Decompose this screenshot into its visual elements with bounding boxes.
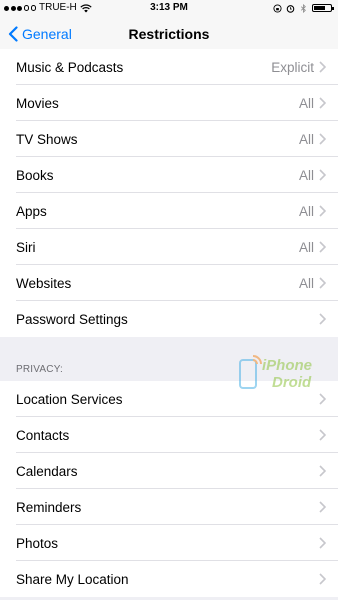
row-share-my-location[interactable]: Share My Location <box>0 561 338 597</box>
row-label: Password Settings <box>16 311 128 327</box>
row-password-settings[interactable]: Password Settings <box>0 301 338 337</box>
status-bar-right <box>273 0 334 16</box>
bluetooth-icon <box>300 3 306 13</box>
rotation-lock-icon <box>273 3 282 13</box>
chevron-right-icon <box>319 501 326 513</box>
row-tv-shows[interactable]: TV Shows All <box>0 121 338 157</box>
row-reminders[interactable]: Reminders <box>0 489 338 525</box>
row-contacts[interactable]: Contacts <box>0 417 338 453</box>
row-calendars[interactable]: Calendars <box>0 453 338 489</box>
row-value: All <box>298 239 314 255</box>
row-value: All <box>298 275 314 291</box>
chevron-right-icon <box>319 537 326 549</box>
chevron-right-icon <box>319 313 326 325</box>
chevron-right-icon <box>319 169 326 181</box>
navigation-bar: General Restrictions <box>0 16 338 52</box>
page-title: Restrictions <box>128 26 210 42</box>
chevron-right-icon <box>319 465 326 477</box>
row-location-services[interactable]: Location Services <box>0 381 338 417</box>
row-label: Websites <box>16 275 72 291</box>
row-photos[interactable]: Photos <box>0 525 338 561</box>
section-header-privacy: PRIVACY: <box>16 364 63 375</box>
content-restrictions-list: Music & Podcasts Explicit Movies All TV … <box>0 49 338 337</box>
row-label: Location Services <box>16 391 123 407</box>
row-label: Music & Podcasts <box>16 59 124 75</box>
row-label: TV Shows <box>16 131 78 147</box>
chevron-right-icon <box>319 241 326 253</box>
row-value: All <box>298 167 314 183</box>
row-siri[interactable]: Siri All <box>0 229 338 265</box>
row-label: Reminders <box>16 499 82 515</box>
row-label: Siri <box>16 239 36 255</box>
status-bar: TRUE-H 3:13 PM <box>0 0 338 16</box>
row-label: Books <box>16 167 54 183</box>
row-websites[interactable]: Websites All <box>0 265 338 301</box>
row-music-podcasts[interactable]: Music & Podcasts Explicit <box>0 49 338 85</box>
chevron-right-icon <box>319 61 326 73</box>
watermark-text: iPhone <box>262 357 313 374</box>
row-value: All <box>298 131 314 147</box>
privacy-list: Location Services Contacts Calendars Rem… <box>0 381 338 597</box>
chevron-right-icon <box>319 573 326 585</box>
alarm-icon <box>286 4 295 13</box>
chevron-right-icon <box>319 205 326 217</box>
chevron-right-icon <box>319 133 326 145</box>
row-apps[interactable]: Apps All <box>0 193 338 229</box>
row-value: All <box>298 203 314 219</box>
row-label: Calendars <box>16 463 78 479</box>
chevron-right-icon <box>319 429 326 441</box>
row-label: Contacts <box>16 427 70 443</box>
chevron-right-icon <box>319 393 326 405</box>
row-label: Share My Location <box>16 571 129 587</box>
battery-icon <box>312 4 334 12</box>
row-value: All <box>298 95 314 111</box>
row-value: Explicit <box>271 59 314 75</box>
row-movies[interactable]: Movies All <box>0 85 338 121</box>
row-label: Photos <box>16 535 59 551</box>
chevron-right-icon <box>319 277 326 289</box>
row-books[interactable]: Books All <box>0 157 338 193</box>
row-label: Apps <box>16 203 47 219</box>
row-label: Movies <box>16 95 59 111</box>
chevron-right-icon <box>319 97 326 109</box>
